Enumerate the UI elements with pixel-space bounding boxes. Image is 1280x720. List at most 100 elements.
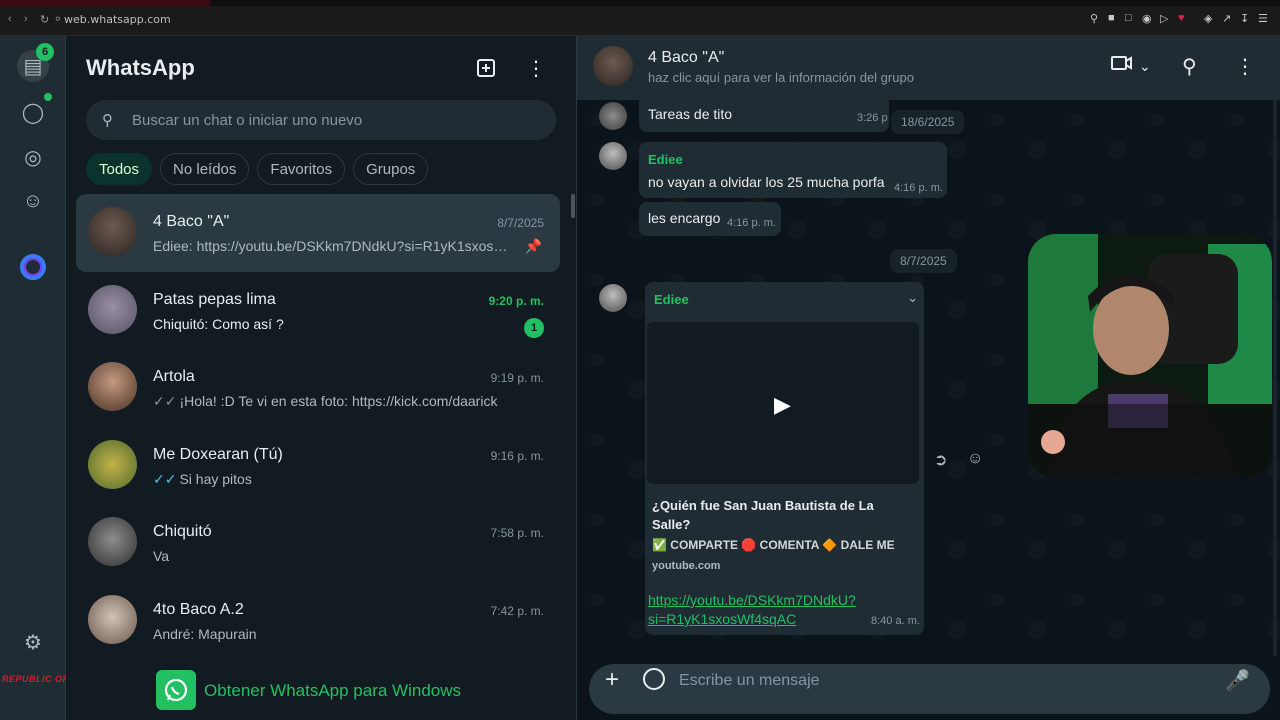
chat-time: 9:16 p. m.: [490, 448, 544, 463]
webcam-image: [1028, 234, 1272, 478]
communities-icon[interactable]: ☺: [17, 185, 49, 217]
menu-kebab-icon[interactable]: ⋮: [522, 56, 550, 80]
status-icon[interactable]: ◯: [17, 96, 49, 128]
get-app-link[interactable]: Obtener WhatsApp para Windows: [204, 681, 461, 701]
messages-scrollbar[interactable]: [1273, 100, 1277, 660]
search-box: ⚲: [86, 100, 556, 140]
link-line[interactable]: https://youtu.be/DSKkm7DNdkU?: [648, 592, 856, 608]
extension-icon[interactable]: □: [1125, 12, 1132, 24]
conversation-header[interactable]: 4 Baco "A" haz clic aquí para ver la inf…: [577, 36, 1280, 100]
chat-time: 9:19 p. m.: [490, 371, 544, 385]
menu-icon[interactable]: ☰: [1258, 12, 1268, 25]
chat-row[interactable]: Patas pepas lima 9:20 p. m. Chiquitó: Co…: [76, 272, 560, 350]
emoji-reaction-icon[interactable]: ☺: [967, 450, 983, 468]
chat-time: 7:58 p. m.: [490, 526, 544, 540]
search-input[interactable]: [132, 100, 542, 140]
message-bubble[interactable]: les encargo 4:16 p. m.: [639, 202, 781, 236]
message-time: 3:26 p: [857, 112, 888, 124]
play-icon[interactable]: ▷: [1160, 12, 1168, 25]
heart-icon[interactable]: ♥: [1178, 12, 1185, 24]
chat-name: Patas pepas lima: [153, 290, 276, 308]
chevron-down-icon[interactable]: ⌄: [1139, 58, 1151, 75]
avatar[interactable]: [599, 284, 627, 312]
message-text: no vayan a olvidar los 25 mucha porfa: [648, 174, 885, 190]
filter-favoritos[interactable]: Favoritos: [257, 153, 346, 185]
back-icon[interactable]: ‹: [8, 13, 12, 25]
search-icon[interactable]: ⚲: [1182, 54, 1197, 79]
chat-row[interactable]: 4to Baco A.2 7:42 p. m. André: Mapurain: [76, 582, 560, 660]
link-title[interactable]: ¿Quién fue San Juan Bautista de La Salle…: [652, 496, 914, 534]
message-input[interactable]: [679, 666, 1219, 696]
message-bubble[interactable]: Ediee no vayan a olvidar los 25 mucha po…: [639, 142, 947, 198]
chat-time: 9:20 p. m.: [488, 293, 544, 308]
message-link[interactable]: https://youtu.be/DSKkm7DNdkU? si=R1yK1sx…: [648, 591, 856, 629]
avatar: [88, 439, 137, 489]
message-text: les encargo: [648, 210, 721, 226]
play-icon[interactable]: ▶: [774, 392, 791, 418]
reload-icon[interactable]: ↻: [40, 13, 49, 26]
search-icon: ⚲: [102, 112, 113, 129]
unread-count-badge: 1: [524, 317, 544, 338]
microphone-icon[interactable]: 🎤: [1225, 668, 1250, 693]
filter-chips: Todos No leídos Favoritos Grupos: [86, 153, 429, 185]
settings-icon[interactable]: ⚙: [17, 626, 49, 658]
chat-name: Artola: [153, 368, 195, 385]
chat-preview: ✓✓ Si hay pitos: [153, 471, 513, 488]
menu-kebab-icon[interactable]: ⋮: [1235, 54, 1255, 79]
new-chat-svg: [477, 59, 495, 77]
message-time: 4:16 p. m.: [894, 182, 943, 194]
read-ticks-icon: ✓✓: [153, 470, 177, 487]
group-avatar[interactable]: [593, 46, 633, 86]
message-sender[interactable]: Ediee: [648, 152, 683, 167]
chat-row[interactable]: 4 Baco "A" 8/7/2025 Ediee: https://youtu…: [76, 194, 560, 272]
message-sender[interactable]: Ediee: [654, 292, 689, 307]
chat-name: Chiquitó: [153, 523, 212, 540]
date-divider: 18/6/2025: [891, 110, 965, 134]
extension-icon[interactable]: ■: [1108, 12, 1115, 24]
avatar[interactable]: [599, 142, 627, 170]
chat-row[interactable]: Artola 9:19 p. m. ✓✓ ¡Hola! :D Te vi en e…: [76, 349, 560, 427]
new-chat-icon[interactable]: [472, 56, 500, 80]
shield-icon[interactable]: ◉: [1142, 12, 1152, 25]
chat-preview: ✓✓ ¡Hola! :D Te vi en esta foto: https://…: [153, 393, 513, 410]
share-icon[interactable]: ↗: [1222, 12, 1231, 25]
chat-name: Me Doxearan (Tú): [153, 445, 283, 463]
chat-preview: André: Mapurain: [153, 625, 257, 642]
puzzle-icon[interactable]: ◈: [1204, 12, 1212, 25]
link-line[interactable]: si=R1yK1sxosWf4sqAC: [648, 611, 796, 627]
link-preview-message[interactable]: Ediee ⌄ ▶ ¿Quién fue San Juan Bautista d…: [645, 282, 924, 635]
zoom-icon[interactable]: ⚲: [1090, 12, 1098, 25]
status-dot: [44, 93, 52, 101]
filter-todos[interactable]: Todos: [86, 153, 153, 185]
channels-icon[interactable]: ◎: [17, 141, 49, 173]
message-time: 8:40 a. m.: [871, 615, 920, 627]
chat-preview-text: ¡Hola! :D Te vi en esta foto: https://ki…: [179, 393, 498, 409]
get-app-banner[interactable]: Obtener WhatsApp para Windows: [66, 658, 576, 720]
avatar: [88, 362, 137, 411]
browser-toolbar: ‹ › ↻ ⚪ web.whatsapp.com ⚲ ■ □ ◉ ▷ ♥ ◈ ↗…: [0, 0, 1280, 36]
video-thumbnail[interactable]: ▶: [647, 322, 919, 484]
nav-rail: ▤ 6 ◯ ◎ ☺ ⚙ REPUBLIC OF GAMERS: [0, 36, 114, 720]
filter-grupos[interactable]: Grupos: [353, 153, 429, 185]
group-subtitle[interactable]: haz clic aquí para ver la información de…: [648, 70, 914, 85]
avatar[interactable]: [599, 102, 627, 130]
chat-list-scrollbar[interactable]: [571, 194, 575, 218]
chevron-down-icon[interactable]: ⌄: [907, 290, 918, 306]
chat-row[interactable]: Me Doxearan (Tú) 9:16 p. m. ✓✓ Si hay pit…: [76, 427, 560, 505]
chat-list: 4 Baco "A" 8/7/2025 Ediee: https://youtu…: [76, 194, 560, 659]
forward-icon[interactable]: ➲: [934, 450, 947, 470]
active-tab[interactable]: [0, 0, 210, 6]
address-bar[interactable]: web.whatsapp.com: [64, 13, 171, 26]
emoji-icon[interactable]: [643, 668, 665, 690]
chat-row[interactable]: Chiquitó 7:58 p. m. Va: [76, 504, 560, 582]
group-name[interactable]: 4 Baco "A": [648, 49, 724, 67]
attach-plus-icon[interactable]: +: [605, 666, 619, 694]
app-title: WhatsApp: [86, 55, 195, 80]
pin-icon: 📌: [524, 238, 542, 254]
forward-icon[interactable]: ›: [24, 13, 28, 25]
download-icon[interactable]: ↧: [1240, 12, 1249, 25]
filter-no-leidos[interactable]: No leídos: [160, 153, 250, 185]
video-call-icon[interactable]: [1111, 54, 1133, 78]
message-bubble[interactable]: Tareas de tito 3:26 p: [639, 100, 889, 132]
meta-ai-icon[interactable]: [20, 254, 46, 280]
